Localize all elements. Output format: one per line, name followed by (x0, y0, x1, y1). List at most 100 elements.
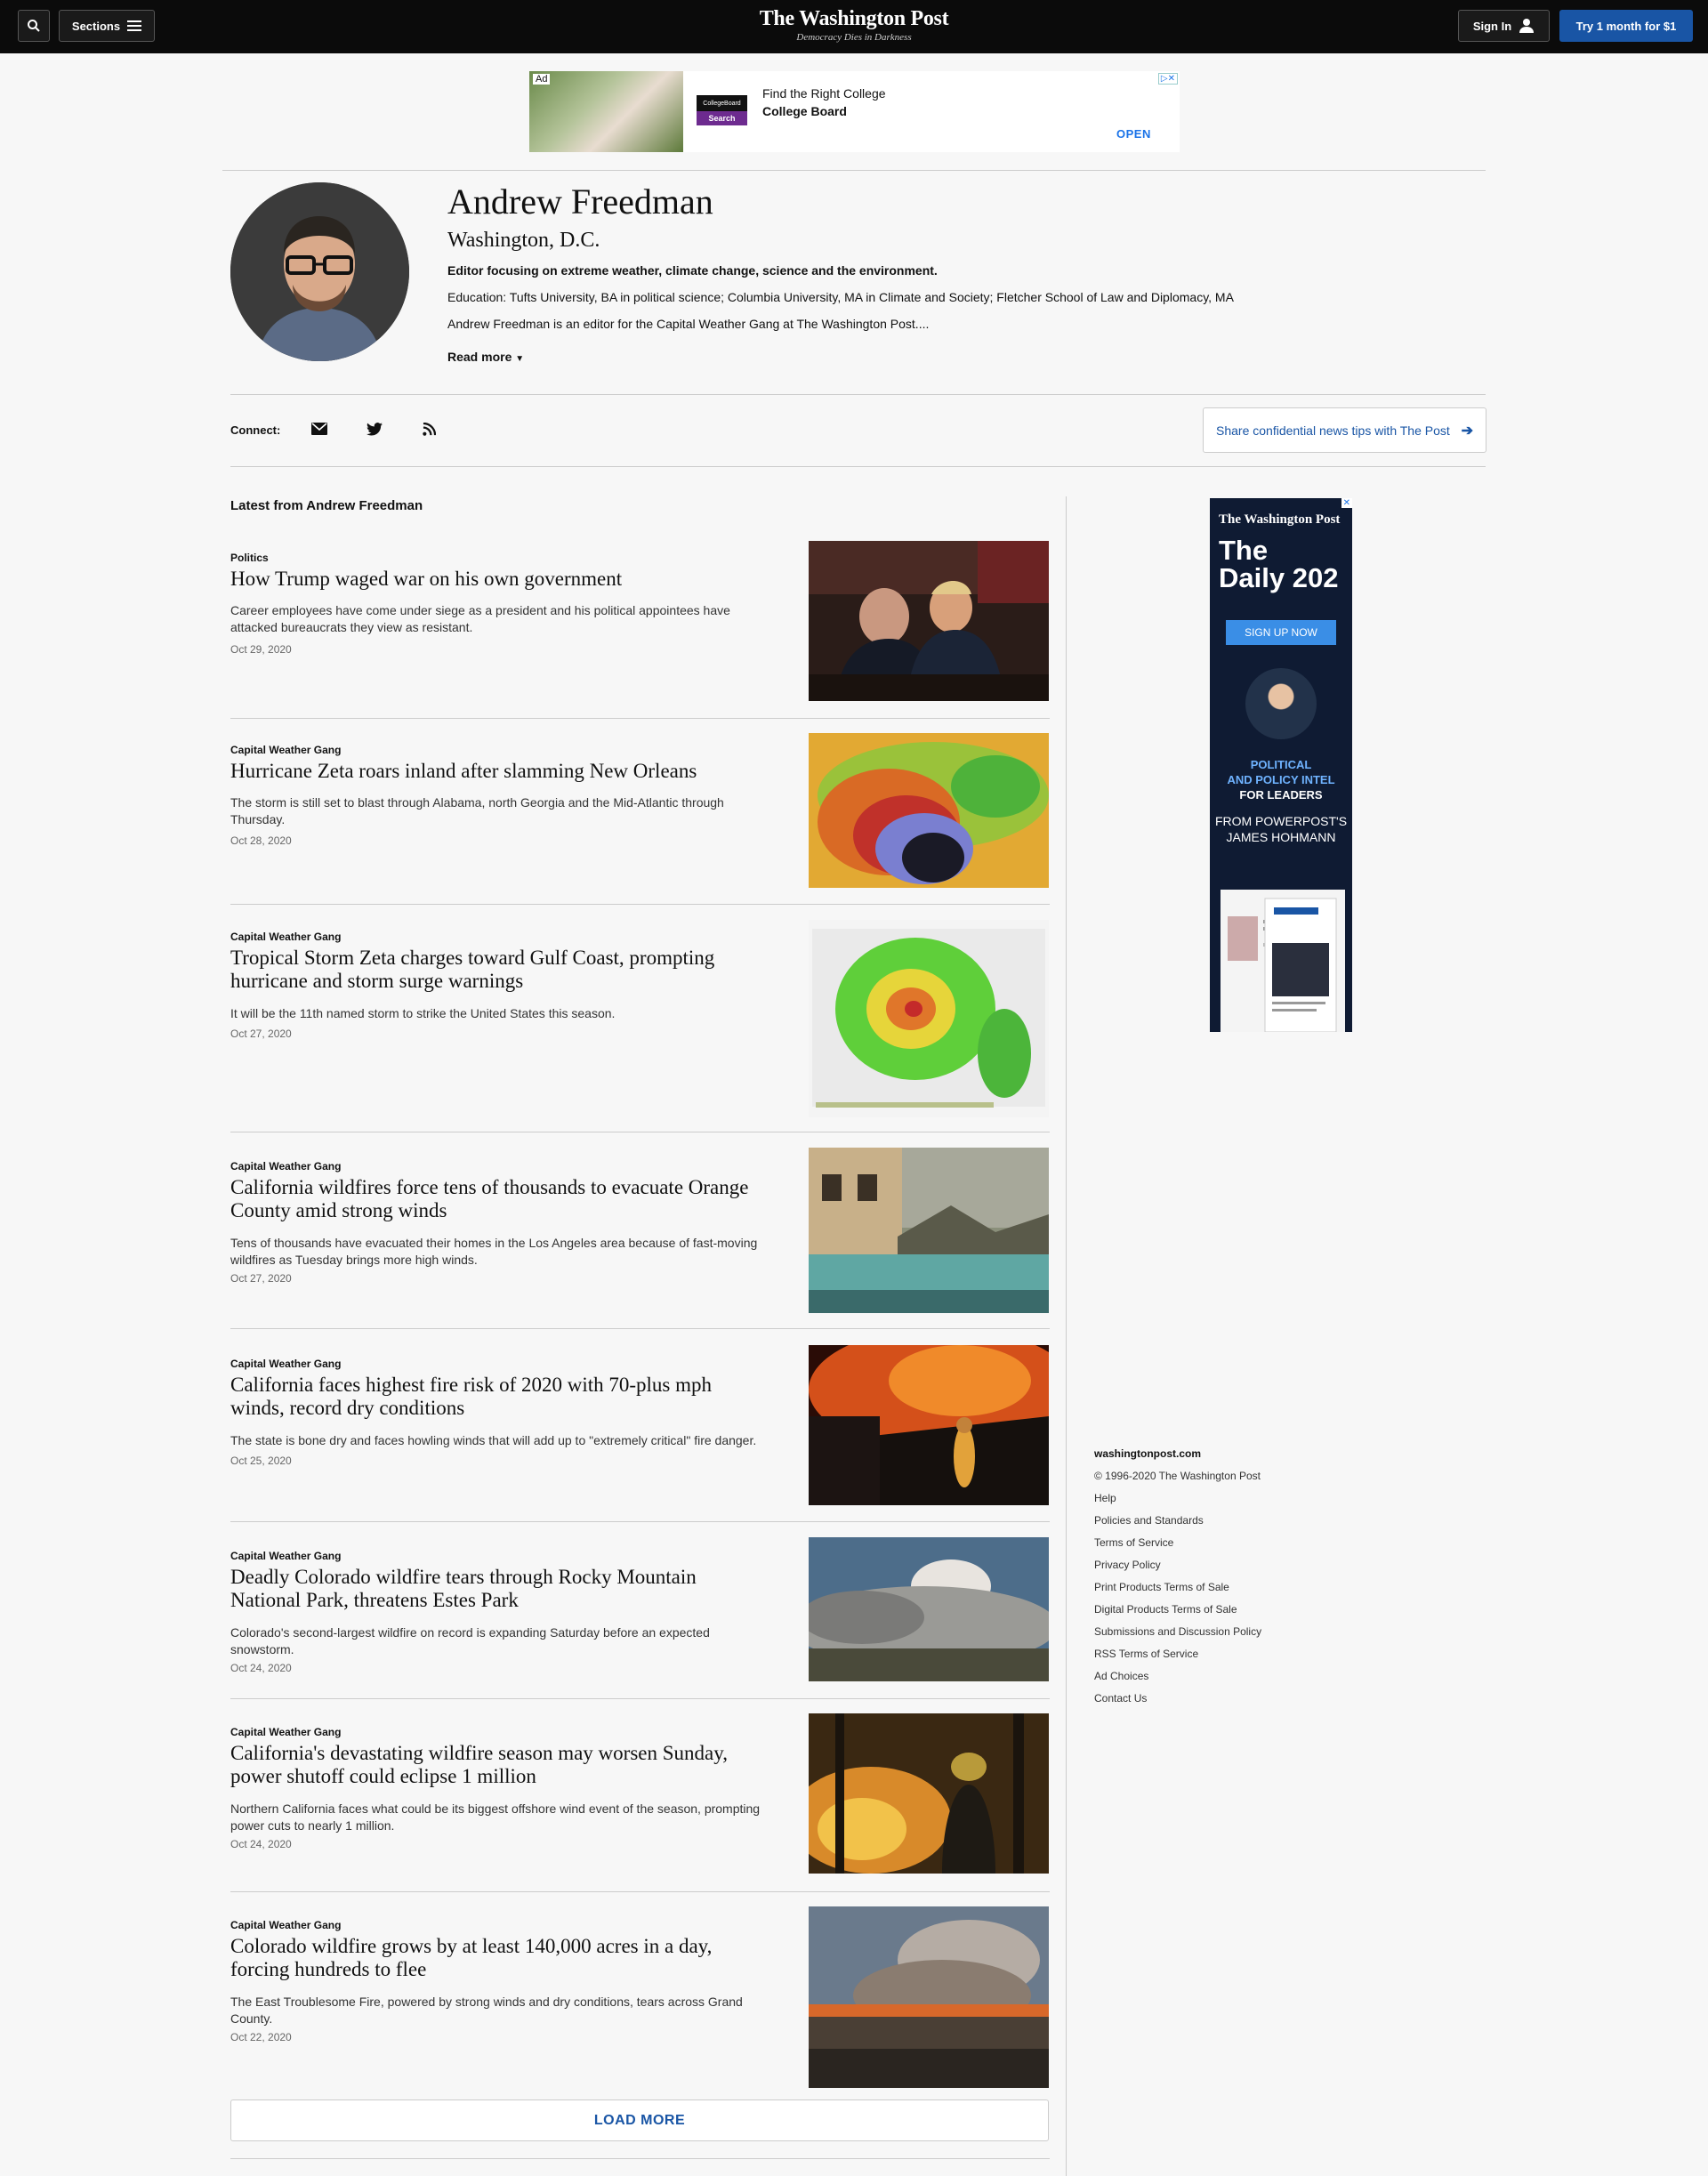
article-thumbnail[interactable] (791, 1537, 1058, 1681)
author-education: Education: Tufts University, BA in polit… (447, 290, 1234, 304)
footer-copyright: © 1996-2020 The Washington Post (1094, 1470, 1261, 1482)
footer-link-help[interactable]: Help (1094, 1487, 1261, 1510)
divider (230, 1521, 1050, 1522)
article-card[interactable]: Capital Weather Gang Colorado wildfire g… (230, 1906, 1050, 2088)
top-navigation-bar: Sections The Washington Post Democracy D… (0, 0, 1708, 53)
read-more-button[interactable]: Read more ▼ (447, 350, 524, 364)
article-blurb: Career employees have come under siege a… (230, 603, 730, 634)
author-photo (230, 182, 409, 361)
article-title[interactable]: California's devastating wildfire season… (230, 1742, 764, 1788)
article-title[interactable]: How Trump waged war on his own governmen… (230, 568, 764, 591)
article-kicker[interactable]: Politics (230, 552, 269, 564)
article-blurb: The state is bone dry and faces howling … (230, 1433, 757, 1447)
user-icon (1519, 19, 1535, 33)
author-name: Andrew Freedman (447, 181, 713, 222)
site-logo[interactable]: The Washington Post Democracy Dies in Da… (0, 7, 1708, 43)
article-thumbnail[interactable] (791, 1713, 1049, 1874)
ad-close-icon[interactable]: ▷✕ (1157, 73, 1178, 85)
article-card[interactable]: Capital Weather Gang Hurricane Zeta roar… (230, 733, 1050, 888)
article-thumbnail[interactable] (809, 1327, 1076, 1505)
ad-line2: College Board (762, 104, 847, 118)
article-date: Oct 29, 2020 (230, 643, 292, 656)
footer-link-digital-terms[interactable]: Digital Products Terms of Sale (1094, 1599, 1261, 1621)
read-more-label: Read more (447, 350, 512, 364)
news-tips-label: Share confidential news tips with The Po… (1216, 423, 1450, 438)
load-more-button[interactable]: LOAD MORE (230, 2099, 1049, 2141)
footer-link-ad-choices[interactable]: Ad Choices (1094, 1665, 1261, 1688)
footer-link-rss-terms[interactable]: RSS Terms of Service (1094, 1643, 1261, 1665)
article-title[interactable]: Colorado wildfire grows by at least 140,… (230, 1935, 764, 1981)
sidebar-ad-photo (1245, 668, 1317, 739)
author-location: Washington, D.C. (447, 229, 600, 252)
sidebar-ad-title-line2: Daily 202 (1219, 562, 1339, 593)
sidebar-ad-pitch1: POLITICAL (1250, 758, 1312, 771)
article-card[interactable]: Capital Weather Gang Tropical Storm Zeta… (230, 920, 1050, 1122)
article-blurb: Northern California faces what could be … (230, 1801, 761, 1833)
divider (230, 466, 1486, 467)
article-kicker[interactable]: Capital Weather Gang (230, 1919, 341, 1931)
ad-close-icon[interactable]: ✕ (1341, 498, 1352, 508)
sign-in-button[interactable]: Sign In (1458, 10, 1550, 42)
article-title[interactable]: California wildfires force tens of thous… (230, 1176, 764, 1222)
sidebar-ad-from2: JAMES HOHMANN (1226, 830, 1336, 844)
article-card[interactable]: Capital Weather Gang Deadly Colorado wil… (230, 1537, 1058, 1688)
connect-label: Connect: (230, 423, 281, 437)
article-kicker[interactable]: Capital Weather Gang (230, 1550, 341, 1562)
ad-brand-logo: CollegeBoard (697, 95, 747, 111)
subscribe-button[interactable]: Try 1 month for $1 (1559, 10, 1693, 42)
arrow-right-icon: ➔ (1461, 423, 1473, 439)
article-blurb: The storm is still set to blast through … (230, 795, 724, 826)
footer-link-terms[interactable]: Terms of Service (1094, 1532, 1261, 1554)
email-icon[interactable] (309, 418, 330, 439)
divider (222, 170, 1486, 171)
article-date: Oct 24, 2020 (230, 1838, 292, 1850)
sidebar-ad-pitch3: FOR LEADERS (1239, 788, 1323, 802)
footer-site[interactable]: washingtonpost.com (1094, 1443, 1261, 1465)
news-tips-button[interactable]: Share confidential news tips with The Po… (1203, 407, 1486, 453)
footer-link-privacy[interactable]: Privacy Policy (1094, 1554, 1261, 1576)
sign-in-label: Sign In (1472, 19, 1512, 33)
article-thumbnail[interactable] (809, 541, 1049, 701)
article-date: Oct 27, 2020 (230, 1272, 292, 1285)
article-title[interactable]: California faces highest fire risk of 20… (230, 1374, 764, 1420)
article-kicker[interactable]: Capital Weather Gang (230, 931, 341, 943)
ad-banner[interactable]: Ad CollegeBoard Search Find the Right Co… (529, 71, 1180, 152)
sidebar-ad-pitch2: AND POLICY INTEL (1227, 773, 1335, 786)
ad-open-button[interactable]: OPEN (1116, 127, 1151, 141)
article-thumbnail[interactable] (809, 733, 1049, 888)
article-card[interactable]: Politics How Trump waged war on his own … (230, 541, 1050, 701)
article-date: Oct 24, 2020 (230, 1662, 292, 1674)
article-kicker[interactable]: Capital Weather Gang (230, 1358, 341, 1370)
sidebar-ad-title-line1: The (1219, 535, 1269, 566)
ad-image (529, 71, 683, 152)
footer-link-policies[interactable]: Policies and Standards (1094, 1510, 1261, 1532)
caret-down-icon: ▼ (515, 354, 525, 364)
article-thumbnail[interactable] (809, 1906, 1049, 2088)
article-title[interactable]: Tropical Storm Zeta charges toward Gulf … (230, 947, 764, 993)
article-card[interactable]: Capital Weather Gang California faces hi… (230, 1327, 1076, 1505)
article-title[interactable]: Deadly Colorado wildfire tears through R… (230, 1566, 764, 1612)
footer-link-contact[interactable]: Contact Us (1094, 1688, 1261, 1710)
twitter-icon[interactable] (364, 418, 385, 439)
ad-tag: Ad (533, 74, 551, 85)
sidebar-ad[interactable]: ✕ The Washington Post The Daily 202 SIGN… (1210, 498, 1352, 1033)
article-thumbnail[interactable] (809, 920, 1049, 1117)
logo-tagline: Democracy Dies in Darkness (796, 32, 912, 43)
ad-brand-button: Search (697, 111, 747, 125)
footer-link-print-terms[interactable]: Print Products Terms of Sale (1094, 1576, 1261, 1599)
rss-icon[interactable] (418, 418, 439, 439)
divider (230, 1328, 1050, 1329)
footer-link-submissions[interactable]: Submissions and Discussion Policy (1094, 1621, 1261, 1643)
article-blurb: Colorado's second-largest wildfire on re… (230, 1625, 710, 1656)
article-kicker[interactable]: Capital Weather Gang (230, 1160, 341, 1173)
sidebar-ad-signup-button[interactable]: SIGN UP NOW (1226, 620, 1336, 645)
article-card[interactable]: Capital Weather Gang California's devast… (230, 1713, 1050, 1877)
author-description: Andrew Freedman is an editor for the Cap… (447, 317, 930, 331)
article-thumbnail[interactable] (809, 1148, 1049, 1313)
divider (230, 1698, 1050, 1699)
article-kicker[interactable]: Capital Weather Gang (230, 744, 341, 756)
article-card[interactable]: Capital Weather Gang California wildfire… (230, 1148, 1050, 1313)
article-title[interactable]: Hurricane Zeta roars inland after slammi… (230, 760, 764, 783)
article-kicker[interactable]: Capital Weather Gang (230, 1726, 341, 1738)
article-date: Oct 27, 2020 (230, 1028, 292, 1040)
